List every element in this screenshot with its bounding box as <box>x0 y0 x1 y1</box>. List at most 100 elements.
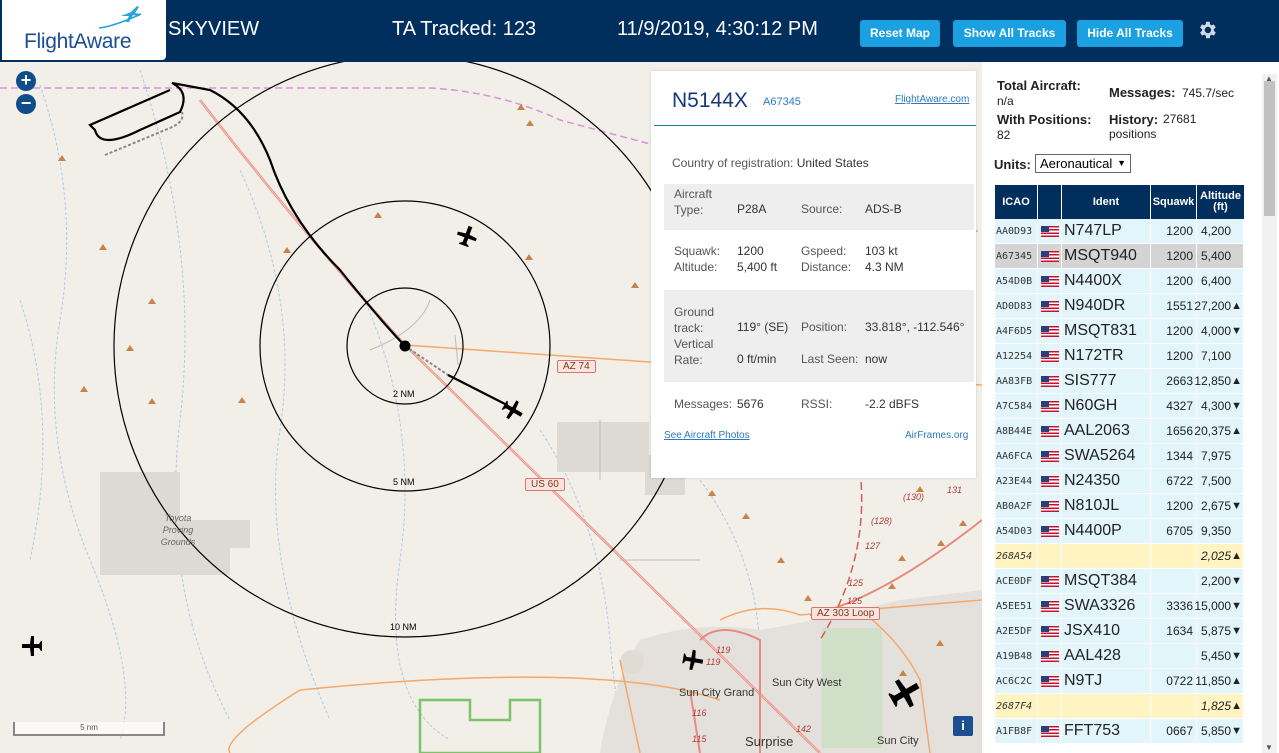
row-flag <box>1038 694 1062 718</box>
table-row[interactable]: 268A54 2,025 ▲ <box>995 544 1244 569</box>
us-flag-icon <box>1040 600 1059 612</box>
table-row[interactable]: A2E5DF JSX410 1634 5,875 ▼ <box>995 619 1244 644</box>
table-row[interactable]: A4F6D5 MSQT831 1200 4,000 ▼ <box>995 319 1244 344</box>
col-squawk[interactable]: Squawk <box>1151 185 1197 219</box>
table-row[interactable]: A19B48 AAL428 5,450 ▼ <box>995 644 1244 669</box>
row-flag <box>1038 619 1062 643</box>
country-row: Country of registration: United States <box>672 156 869 170</box>
col-flag[interactable] <box>1038 185 1062 219</box>
table-row[interactable]: A7C584 N60GH 4327 4,300 ▼ <box>995 394 1244 419</box>
messages-box: Messages: 5676 RSSI: -2.2 dBFS <box>664 391 974 415</box>
zoom-in-button[interactable]: + <box>16 71 36 91</box>
distance-label: Distance: <box>801 260 852 274</box>
col-altitude[interactable]: Altitude (ft) <box>1197 185 1244 219</box>
row-flag <box>1038 269 1062 293</box>
row-ident: SWA3326 <box>1062 594 1151 618</box>
ground-track-label: Ground track: <box>674 305 715 335</box>
table-row[interactable]: A5EE51 SWA3326 3336 15,000 ▼ <box>995 594 1244 619</box>
row-ident: N747LP <box>1062 219 1151 243</box>
table-row[interactable]: AA6FCA SWA5264 1344 7,975 <box>995 444 1244 469</box>
scrollbar-thumb[interactable] <box>1264 81 1275 216</box>
table-row[interactable]: AD0D83 N940DR 1551 27,200 ▲ <box>995 294 1244 319</box>
row-ident: MSQT384 <box>1062 569 1151 593</box>
place-sun-city-west: Sun City West <box>772 677 842 689</box>
total-aircraft-label: Total Aircraft: <box>997 78 1081 93</box>
table-row[interactable]: AA83FB SIS777 2663 12,850 ▲ <box>995 369 1244 394</box>
altitude-label: Altitude: <box>674 260 718 274</box>
row-ident: SIS777 <box>1062 369 1151 393</box>
row-icao: 268A54 <box>995 544 1038 568</box>
hwy-num: 125 <box>848 578 864 588</box>
table-row[interactable]: A67345 MSQT940 1200 5,400 <box>995 244 1244 269</box>
table-row[interactable]: A12254 N172TR 1200 7,100 <box>995 344 1244 369</box>
row-icao: 2687F4 <box>995 694 1038 718</box>
squawk-label: Squawk: <box>674 244 721 258</box>
row-squawk: 6722 <box>1151 469 1197 493</box>
hwy-num: (130) <box>903 492 925 502</box>
row-altitude-value: 4,200 <box>1200 224 1231 238</box>
table-row[interactable]: A1FB8F FFT753 0667 5,850 ▼ <box>995 719 1244 744</box>
us-flag-icon <box>1040 250 1059 262</box>
row-altitude-value: 9,350 <box>1200 524 1231 538</box>
row-squawk: 1656 <box>1151 419 1197 443</box>
row-flag <box>1038 294 1062 318</box>
zoom-out-button[interactable]: − <box>16 94 36 114</box>
row-ident: N60GH <box>1062 394 1151 418</box>
row-altitude-value: 6,400 <box>1200 274 1231 288</box>
table-row[interactable]: AB0A2F N810JL 1200 2,675 ▼ <box>995 494 1244 519</box>
row-flag <box>1038 594 1062 618</box>
table-row[interactable]: A54D0B N4400X 1200 6,400 <box>995 269 1244 294</box>
history-value: 27681 positions <box>1109 112 1197 141</box>
table-row[interactable]: AC6C2C N9TJ 0722 11,850 ▲ <box>995 669 1244 694</box>
us-flag-icon <box>1040 525 1059 537</box>
airframes-link[interactable]: AirFrames.org <box>905 430 968 441</box>
col-ident[interactable]: Ident <box>1062 185 1151 219</box>
reset-map-button[interactable]: Reset Map <box>860 20 940 47</box>
with-positions-value: 82 <box>997 128 1011 142</box>
sidebar-scrollbar[interactable]: ▲ ▼ <box>1262 74 1277 753</box>
row-ident: SWA5264 <box>1062 444 1151 468</box>
table-row[interactable]: 2687F4 1,825 ▲ <box>995 694 1244 719</box>
row-squawk <box>1151 644 1197 668</box>
row-flag <box>1038 369 1062 393</box>
ground-track-value: 119° (SE) <box>737 320 789 334</box>
scroll-down-icon[interactable]: ▼ <box>1265 743 1273 752</box>
flightaware-logo[interactable]: FlightAware <box>2 0 166 60</box>
table-row[interactable]: AA0D93 N747LP 1200 4,200 <box>995 219 1244 244</box>
col-icao[interactable]: ICAO <box>995 185 1038 219</box>
us-flag-icon <box>1040 450 1059 462</box>
units-select[interactable]: Aeronautical ▼ <box>1035 154 1131 173</box>
row-altitude: 2,025 ▲ <box>1197 544 1244 568</box>
info-button[interactable]: i <box>953 716 973 736</box>
us-flag-icon <box>1040 375 1059 387</box>
popup-icao[interactable]: A67345 <box>763 96 801 108</box>
show-all-tracks-button[interactable]: Show All Tracks <box>953 20 1066 47</box>
rssi-label: RSSI: <box>801 397 833 411</box>
row-icao: AC6C2C <box>995 669 1038 693</box>
table-row[interactable]: A23E44 N24350 6722 7,500 <box>995 469 1244 494</box>
flightaware-link[interactable]: FlightAware.com <box>895 94 969 105</box>
gear-icon[interactable] <box>1196 19 1218 41</box>
aircraft-photos-link[interactable]: See Aircraft Photos <box>664 430 750 441</box>
altitude-trend-icon: ▲ <box>1231 375 1242 387</box>
altitude-trend-icon: ▲ <box>1231 675 1242 687</box>
row-squawk <box>1151 569 1197 593</box>
table-row[interactable]: A8B44E AAL2063 1656 20,375 ▲ <box>995 419 1244 444</box>
row-altitude: 15,000 ▼ <box>1194 594 1244 618</box>
row-altitude: 9,350 <box>1197 519 1244 543</box>
hide-all-tracks-button[interactable]: Hide All Tracks <box>1077 20 1183 47</box>
altitude-trend-icon: ▼ <box>1231 325 1242 337</box>
us-flag-icon <box>1040 725 1059 737</box>
row-squawk: 3336 <box>1151 594 1197 618</box>
table-row[interactable]: ACE0DF MSQT384 2,200 ▼ <box>995 569 1244 594</box>
aircraft-table: ICAO Ident Squawk Altitude (ft) AA0D93 N7… <box>995 185 1244 744</box>
aircraft-type-label: Aircraft Type: <box>674 187 713 217</box>
altitude-value: 5,400 ft <box>737 260 778 274</box>
table-row[interactable]: A54D03 N4400P 6705 9,350 <box>995 519 1244 544</box>
row-squawk: 1200 <box>1151 494 1197 518</box>
hwy-num: 115 <box>692 734 707 744</box>
us-flag-icon <box>1040 575 1059 587</box>
row-flag <box>1038 669 1062 693</box>
hwy-num: 119 <box>716 645 731 655</box>
ring-label-2nm: 2 NM <box>393 389 415 399</box>
